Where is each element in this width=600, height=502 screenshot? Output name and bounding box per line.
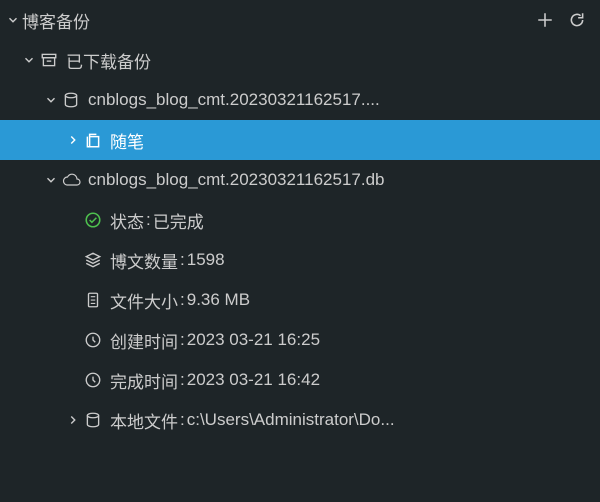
detail-value: c:\Users\Administrator\Do... [187,410,395,430]
tree-label: 已下载备份 [66,48,151,73]
panel-title: 博客备份 [22,8,536,33]
archive-icon [38,51,60,69]
layers-icon [82,251,104,269]
chevron-right-icon [64,413,82,427]
tree-item-downloaded[interactable]: 已下载备份 [0,40,600,80]
tree-item-local-file[interactable]: 本地文件: c:\Users\Administrator\Do... [0,400,600,440]
tree-item-backup[interactable]: cnblogs_blog_cmt.20230321162517.... [0,80,600,120]
detail-label: 创建时间 [110,328,178,353]
clock-icon [82,371,104,389]
detail-label: 状态 [110,208,144,233]
file-icon [82,291,104,309]
tree-label: 随笔 [110,128,144,153]
add-icon[interactable] [536,11,554,29]
clock-icon [82,331,104,349]
detail-count: 博文数量: 1598 [0,240,600,280]
chevron-down-icon[interactable] [4,13,22,27]
detail-value: 2023 03-21 16:42 [187,370,320,390]
detail-size: 文件大小: 9.36 MB [0,280,600,320]
backup-name: cnblogs_blog_cmt.20230321162517.db [88,170,385,190]
chevron-right-icon [64,133,82,147]
copy-icon [82,131,104,149]
detail-value: 已完成 [153,208,204,233]
panel-header: 博客备份 [0,0,600,40]
database-icon [60,91,82,109]
detail-status: 状态: 已完成 [0,200,600,240]
refresh-icon[interactable] [568,11,586,29]
check-circle-icon [82,211,104,229]
chevron-down-icon [20,53,38,67]
tree-item-backup[interactable]: cnblogs_blog_cmt.20230321162517.db [0,160,600,200]
tree-item-notes[interactable]: 随笔 [0,120,600,160]
detail-value: 2023 03-21 16:25 [187,330,320,350]
chevron-down-icon [42,173,60,187]
backup-name: cnblogs_blog_cmt.20230321162517.... [88,90,380,110]
database-icon [82,411,104,429]
detail-created: 创建时间: 2023 03-21 16:25 [0,320,600,360]
detail-value: 1598 [187,250,225,270]
detail-label: 本地文件 [110,408,178,433]
detail-label: 博文数量 [110,248,178,273]
detail-value: 9.36 MB [187,290,250,310]
detail-label: 完成时间 [110,368,178,393]
detail-completed: 完成时间: 2023 03-21 16:42 [0,360,600,400]
detail-label: 文件大小 [110,288,178,313]
cloud-icon [60,171,82,189]
chevron-down-icon [42,93,60,107]
